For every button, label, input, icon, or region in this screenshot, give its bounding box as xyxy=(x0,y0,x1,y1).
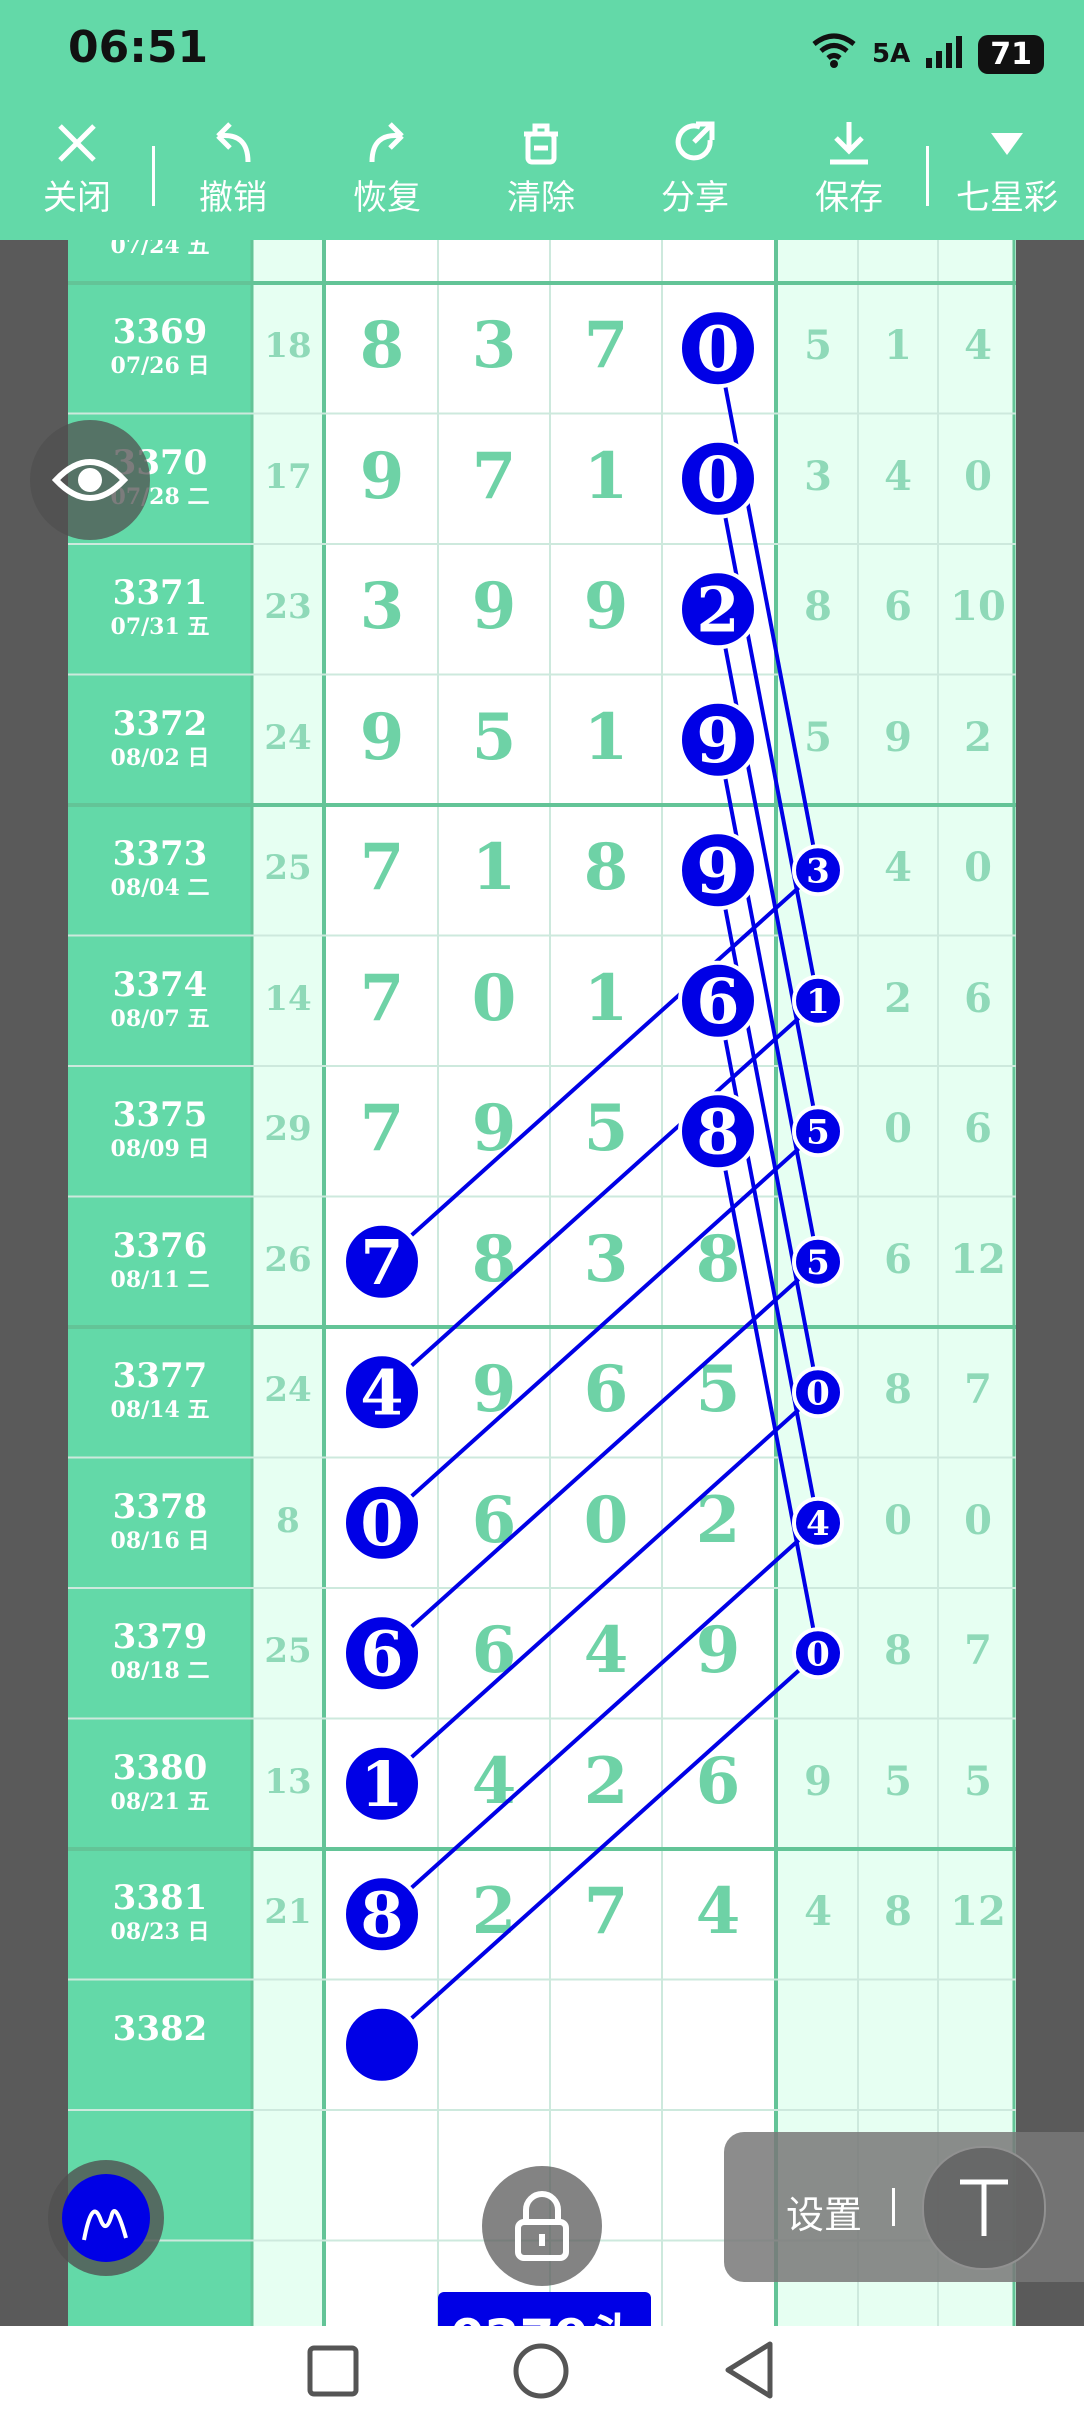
selected-digit-text: 4 xyxy=(806,1504,830,1544)
recents-icon[interactable] xyxy=(306,2344,360,2402)
signal-icon xyxy=(924,34,964,74)
drawing-overlay[interactable]: 0 0 2 9 9 6 8 3 1 5 5 0 4 0 7 4 0 6 1 8 xyxy=(68,240,1016,2326)
close-button[interactable]: 关闭 xyxy=(22,118,132,220)
selected-digit-text: 3 xyxy=(806,851,830,891)
share-icon xyxy=(640,118,750,176)
clear-button[interactable]: 清除 xyxy=(486,118,596,220)
selected-digit-circle[interactable] xyxy=(342,2004,422,2085)
redo-icon xyxy=(332,118,442,176)
close-icon xyxy=(22,118,132,176)
selected-digit-text: 0 xyxy=(696,443,739,516)
pen-icon xyxy=(78,2192,134,2252)
status-bar: 06:51 5A 71 xyxy=(0,0,1084,108)
settings-panel: 设置 xyxy=(724,2132,1084,2282)
save-button[interactable]: 保存 xyxy=(794,118,904,220)
selected-digit-text: 1 xyxy=(806,982,830,1022)
selected-digit-text: 2 xyxy=(696,573,739,646)
lottery-type-dropdown[interactable]: 七星彩 xyxy=(952,118,1062,220)
annotation-label[interactable]: 0279头 xyxy=(438,2292,652,2326)
status-icons: 5A 71 xyxy=(810,28,1044,80)
toolbar-divider xyxy=(152,146,155,206)
redo-button[interactable]: 恢复 xyxy=(332,118,442,220)
dropdown-triangle-icon xyxy=(952,118,1062,176)
undo-button[interactable]: 撤销 xyxy=(178,118,288,220)
selected-digit-text: 7 xyxy=(360,1226,403,1299)
connector-line xyxy=(380,1521,820,1916)
text-tool-button[interactable] xyxy=(922,2146,1046,2270)
undo-label: 撤销 xyxy=(199,178,267,218)
connector-line xyxy=(380,1390,820,1786)
lock-button[interactable] xyxy=(482,2166,602,2286)
eye-icon xyxy=(51,450,129,514)
home-icon[interactable] xyxy=(512,2342,570,2404)
trend-chart-board[interactable]: 07/24 五 336907/26 日188370514337007/28 二1… xyxy=(68,240,1016,2326)
battery-icon: 71 xyxy=(978,34,1044,74)
undo-icon xyxy=(178,118,288,176)
selected-digit-text: 9 xyxy=(696,834,739,907)
system-nav-bar xyxy=(0,2326,1084,2412)
toolbar-divider xyxy=(926,146,929,206)
visibility-toggle-button[interactable] xyxy=(30,420,150,540)
selected-digit-text: 9 xyxy=(696,704,739,777)
trash-icon xyxy=(486,118,596,176)
redo-label: 恢复 xyxy=(353,178,421,218)
clear-label: 清除 xyxy=(507,178,575,218)
selected-digit-text: 5 xyxy=(806,1243,830,1283)
selected-digit-text: 8 xyxy=(360,1878,403,1951)
selected-digit-text: 0 xyxy=(360,1487,403,1560)
settings-divider xyxy=(892,2188,895,2226)
selected-digit-text: 6 xyxy=(360,1617,403,1690)
selected-digit-text: 5 xyxy=(806,1112,830,1152)
toolbar: 关闭 撤销 恢复 清除 分享 保存 七星彩 xyxy=(0,108,1084,240)
lottery-type-label: 七星彩 xyxy=(956,178,1058,218)
selected-digit-text: 0 xyxy=(806,1634,830,1674)
selected-digit-text: 8 xyxy=(696,1095,739,1168)
settings-button[interactable]: 设置 xyxy=(786,2184,862,2239)
close-label: 关闭 xyxy=(43,178,111,218)
selected-digit-text: 4 xyxy=(360,1356,403,1429)
pen-color-swatch xyxy=(62,2174,150,2262)
lock-icon xyxy=(512,2190,572,2266)
save-label: 保存 xyxy=(815,178,883,218)
share-label: 分享 xyxy=(661,178,729,218)
network-type: 5A xyxy=(872,39,911,69)
selected-digit-text: 1 xyxy=(360,1748,403,1821)
selected-digit-text: 0 xyxy=(696,312,739,385)
text-t-icon xyxy=(956,2176,1012,2244)
connector-line xyxy=(380,1651,820,2047)
share-button[interactable]: 分享 xyxy=(640,118,750,220)
back-icon[interactable] xyxy=(722,2340,776,2404)
pen-tool-button[interactable] xyxy=(48,2160,164,2276)
download-icon xyxy=(794,118,904,176)
wifi-icon xyxy=(810,30,858,79)
selected-digit-text: 0 xyxy=(806,1373,830,1413)
selected-digit-text: 6 xyxy=(696,965,739,1038)
clock: 06:51 xyxy=(68,22,209,73)
